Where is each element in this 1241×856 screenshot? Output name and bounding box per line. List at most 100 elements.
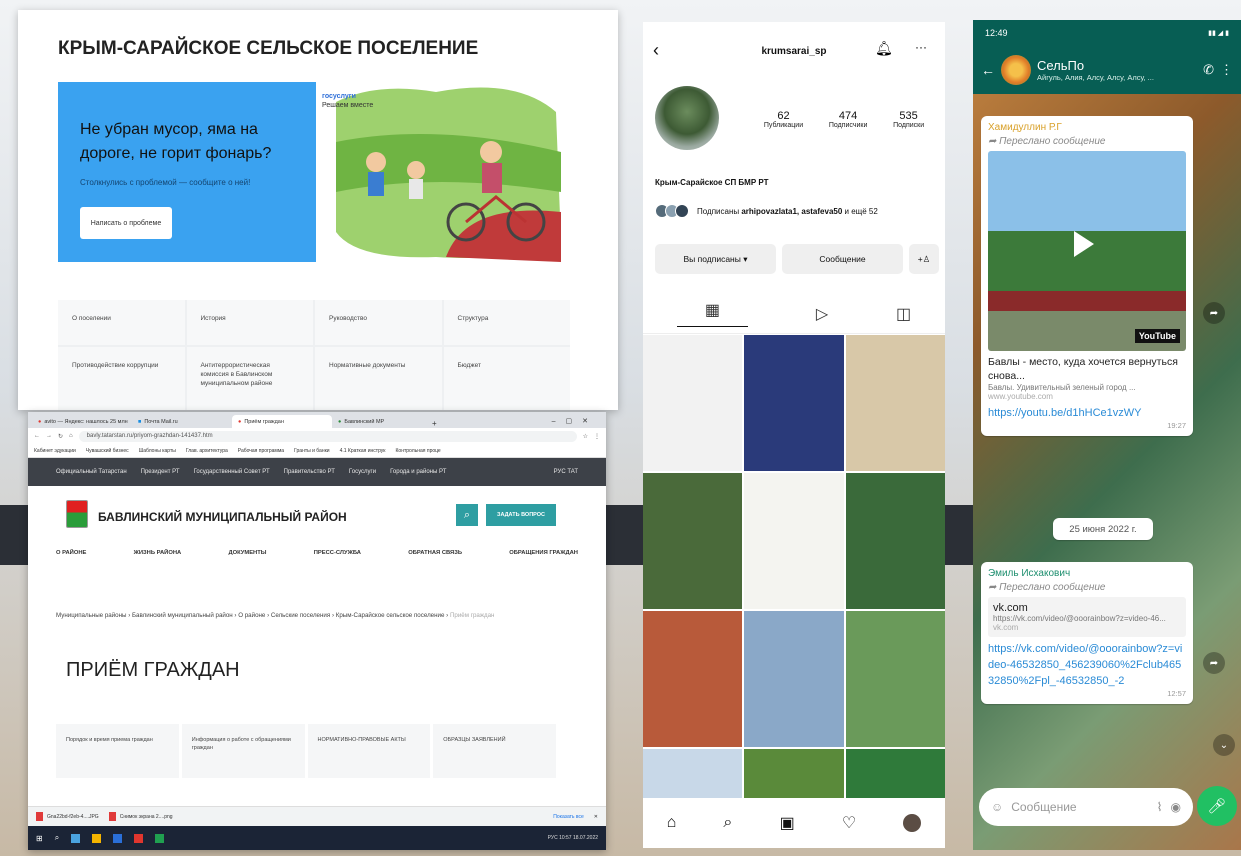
post-thumbnail[interactable] bbox=[845, 473, 945, 609]
followers-count[interactable]: 474 Подписчики bbox=[829, 110, 868, 129]
menu-item[interactable]: Противодействие коррупции bbox=[58, 347, 185, 410]
message-link[interactable]: https://vk.com/video/@ooorainbow?z=video… bbox=[988, 641, 1186, 689]
top-link[interactable]: Государственный Совет РТ bbox=[194, 469, 270, 475]
section-card[interactable]: Информация о работе с обращениями гражда… bbox=[181, 724, 305, 778]
menu-item[interactable]: История bbox=[186, 300, 313, 345]
menu-item[interactable]: ПРЕСС-СЛУЖБА bbox=[314, 550, 361, 570]
bookmark[interactable]: Глав. архитектура bbox=[186, 448, 228, 454]
browser-tab[interactable]: ● Бавлинский МР bbox=[332, 415, 432, 428]
group-avatar[interactable] bbox=[1001, 55, 1031, 85]
reload-icon[interactable]: ↻ bbox=[58, 433, 63, 440]
bookmark[interactable]: Контрольная проце bbox=[396, 448, 441, 454]
add-call-icon[interactable]: ✆ bbox=[1203, 62, 1214, 78]
bookmark[interactable]: Шаблоны карты bbox=[139, 448, 176, 454]
message-link[interactable]: https://youtu.be/d1hHCe1vzWY bbox=[988, 405, 1186, 421]
bookmark[interactable]: Рабочая программа bbox=[238, 448, 284, 454]
menu-item[interactable]: ДОКУМЕНТЫ bbox=[228, 550, 266, 570]
message-input[interactable]: ☺ Сообщение ⌇ ◉ bbox=[979, 788, 1193, 826]
more-options-icon[interactable]: ··· bbox=[915, 40, 927, 54]
heart-icon[interactable]: ♡ bbox=[842, 813, 856, 833]
chat-message[interactable]: Хамидуллин Р.Г ➦ Переслано сообщение You… bbox=[981, 116, 1193, 436]
show-all-downloads-link[interactable]: Показать все bbox=[553, 814, 584, 820]
play-icon[interactable] bbox=[1074, 231, 1094, 257]
chat-message[interactable]: Эмиль Исхакович ➦ Переслано сообщение vk… bbox=[981, 562, 1193, 704]
top-link[interactable]: Президент РТ bbox=[141, 469, 180, 475]
reels-icon[interactable]: ▷ bbox=[816, 304, 828, 324]
ask-question-button[interactable]: ЗАДАТЬ ВОПРОС bbox=[486, 504, 556, 526]
search-icon[interactable]: ⌕ bbox=[723, 814, 732, 832]
menu-item[interactable]: Руководство bbox=[315, 300, 442, 345]
breadcrumb-path[interactable]: Муниципальные районы › Бавлинский муници… bbox=[56, 612, 450, 619]
start-icon[interactable]: ⊞ bbox=[36, 834, 43, 843]
post-thumbnail[interactable] bbox=[643, 473, 743, 609]
followed-by[interactable]: Подписаны arhipovazlata1, astafeva50 и е… bbox=[655, 204, 878, 218]
close-icon[interactable]: ✕ bbox=[594, 814, 598, 820]
download-item[interactable]: Gna22bd-f2eb-4....JPG bbox=[36, 812, 99, 821]
profile-avatar-icon[interactable] bbox=[903, 814, 922, 832]
post-thumbnail[interactable] bbox=[744, 473, 844, 609]
following-button[interactable]: Вы подписаны ▾ bbox=[655, 244, 776, 274]
forward-icon[interactable]: ➦ bbox=[1203, 652, 1225, 674]
menu-item[interactable]: О РАЙОНЕ bbox=[56, 550, 86, 570]
bookmark[interactable]: Гранты и банки bbox=[294, 448, 329, 454]
post-thumbnail[interactable] bbox=[845, 335, 945, 471]
browser-tab[interactable]: ● avito — Яндекс: нашлось 25 млн bbox=[32, 415, 132, 428]
menu-item[interactable]: ОБРАЩЕНИЯ ГРАЖДАН bbox=[509, 550, 578, 570]
report-problem-button[interactable]: Написать о проблеме bbox=[80, 207, 172, 239]
taskbar-app-icon[interactable] bbox=[134, 833, 144, 843]
menu-dots-icon[interactable]: ⋮ bbox=[594, 433, 600, 440]
microphone-icon[interactable]: 🎤︎ bbox=[1197, 786, 1237, 826]
attach-icon[interactable]: ⌇ bbox=[1157, 800, 1163, 814]
menu-item[interactable]: О поселении bbox=[58, 300, 185, 345]
search-icon[interactable]: ⌕ bbox=[456, 504, 478, 526]
scroll-down-icon[interactable]: ⌄ bbox=[1213, 734, 1235, 756]
browser-tab[interactable]: ■ Почта Mail.ru bbox=[132, 415, 232, 428]
menu-item[interactable]: Бюджет bbox=[443, 347, 570, 410]
post-thumbnail[interactable] bbox=[643, 335, 743, 471]
section-card[interactable]: ОБРАЗЦЫ ЗАЯВЛЕНИЙ bbox=[433, 724, 556, 778]
back-icon[interactable]: ← bbox=[981, 62, 995, 78]
grid-icon[interactable]: ▦ bbox=[676, 300, 749, 327]
search-icon[interactable]: ⌕ bbox=[55, 833, 59, 843]
url-input[interactable]: bavly.tatarstan.ru/priyom-grazhdan-14143… bbox=[78, 430, 577, 442]
top-link[interactable]: Правительство РТ bbox=[284, 469, 335, 475]
home-icon[interactable]: ⌂ bbox=[667, 814, 677, 832]
group-info[interactable]: СельПо Айгуль, Алия, Алсу, Алсу, Алсу, .… bbox=[1037, 58, 1154, 82]
forward-icon[interactable]: → bbox=[46, 433, 52, 439]
post-thumbnail[interactable] bbox=[643, 611, 743, 747]
bell-icon[interactable]: 🔔︎ bbox=[875, 40, 893, 57]
new-tab-icon[interactable]: + bbox=[432, 419, 444, 428]
following-count[interactable]: 535 Подписки bbox=[893, 110, 924, 129]
camera-icon[interactable]: ◉ bbox=[1171, 800, 1181, 814]
menu-item[interactable]: Структура bbox=[443, 300, 570, 345]
window-controls[interactable]: –▢✕ bbox=[544, 414, 606, 428]
browser-tab-active[interactable]: ● Приём граждан bbox=[232, 415, 332, 428]
section-card[interactable]: Порядок и время приема граждан bbox=[56, 724, 179, 778]
bookmark[interactable]: 4.1 Краткая инструк bbox=[340, 448, 386, 454]
post-thumbnail[interactable] bbox=[744, 335, 844, 471]
menu-item[interactable]: ЖИЗНЬ РАЙОНА bbox=[134, 550, 182, 570]
section-card[interactable]: НОРМАТИВНО-ПРАВОВЫЕ АКТЫ bbox=[307, 724, 431, 778]
emoji-icon[interactable]: ☺ bbox=[991, 800, 1003, 814]
profile-avatar[interactable] bbox=[655, 86, 719, 150]
post-thumbnail[interactable] bbox=[744, 611, 844, 747]
menu-item[interactable]: Нормативные документы bbox=[315, 347, 442, 410]
message-button[interactable]: Сообщение bbox=[782, 244, 903, 274]
taskbar-app-icon[interactable] bbox=[113, 833, 123, 843]
bookmark[interactable]: Чувашский бизнес bbox=[86, 448, 129, 454]
tagged-icon[interactable]: ◫ bbox=[896, 304, 911, 324]
top-link[interactable]: Госуслуги bbox=[349, 469, 376, 475]
menu-item[interactable]: ОБРАТНАЯ СВЯЗЬ bbox=[408, 550, 462, 570]
reels-icon[interactable]: ▣ bbox=[780, 813, 795, 833]
posts-count[interactable]: 62 Публикации bbox=[764, 110, 803, 129]
add-person-icon[interactable]: +♙ bbox=[909, 244, 939, 274]
star-icon[interactable]: ☆ bbox=[583, 433, 588, 440]
home-icon[interactable]: ⌂ bbox=[69, 433, 73, 439]
language-switcher[interactable]: РУС ТАТ bbox=[554, 469, 578, 475]
forward-icon[interactable]: ➦ bbox=[1203, 302, 1225, 324]
taskbar-app-icon[interactable] bbox=[92, 833, 102, 843]
youtube-preview-thumbnail[interactable]: YouTube bbox=[988, 151, 1186, 351]
back-icon[interactable]: ← bbox=[34, 433, 40, 439]
link-preview[interactable]: vk.com https://vk.com/video/@oоorainbow?… bbox=[988, 597, 1186, 637]
post-thumbnail[interactable] bbox=[845, 611, 945, 747]
